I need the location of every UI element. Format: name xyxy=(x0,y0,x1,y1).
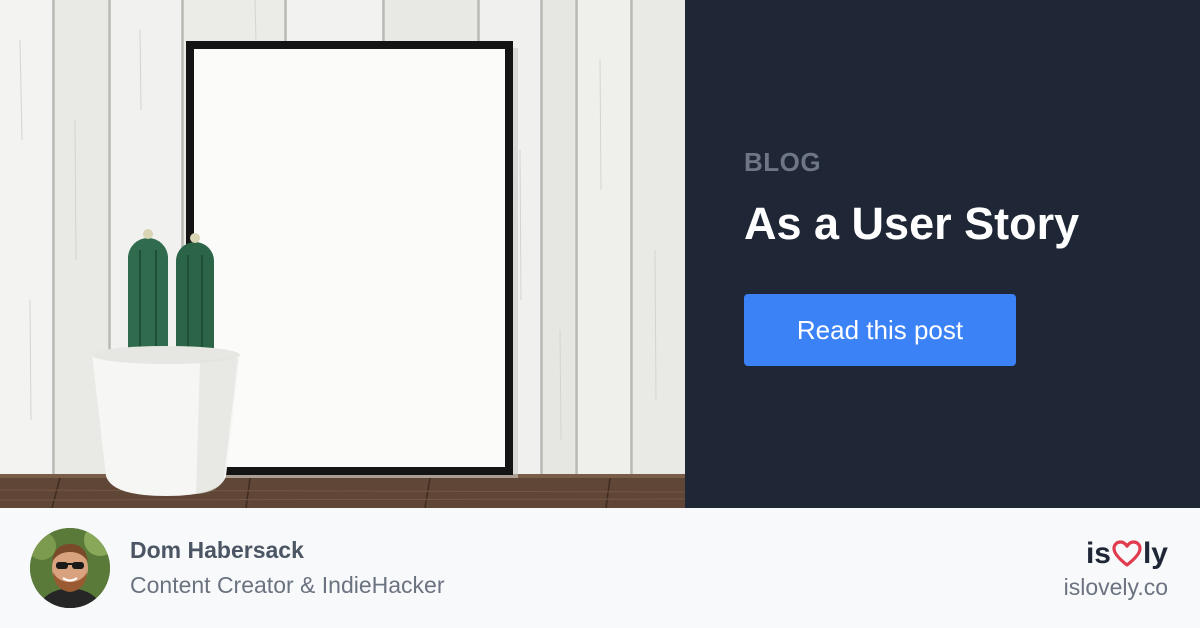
post-title: As a User Story xyxy=(744,198,1080,249)
logo-suffix: ly xyxy=(1142,537,1168,570)
author-name: Dom Habersack xyxy=(130,537,304,563)
logo-prefix: is xyxy=(1085,537,1111,570)
read-post-button[interactable]: Read this post xyxy=(744,294,1016,366)
hero-image xyxy=(0,0,685,508)
author-role: Content Creator & IndieHacker xyxy=(130,572,445,598)
avatar xyxy=(30,528,110,608)
brand-url[interactable]: islovely.co xyxy=(1064,572,1168,602)
footer: Dom Habersack Content Creator & IndieHac… xyxy=(0,508,1200,628)
category-label: BLOG xyxy=(744,147,822,177)
heart-icon xyxy=(1112,540,1142,568)
brand-logo[interactable]: is ly xyxy=(1086,538,1168,570)
hero-panel: BLOG As a User Story Read this post xyxy=(685,0,1200,508)
